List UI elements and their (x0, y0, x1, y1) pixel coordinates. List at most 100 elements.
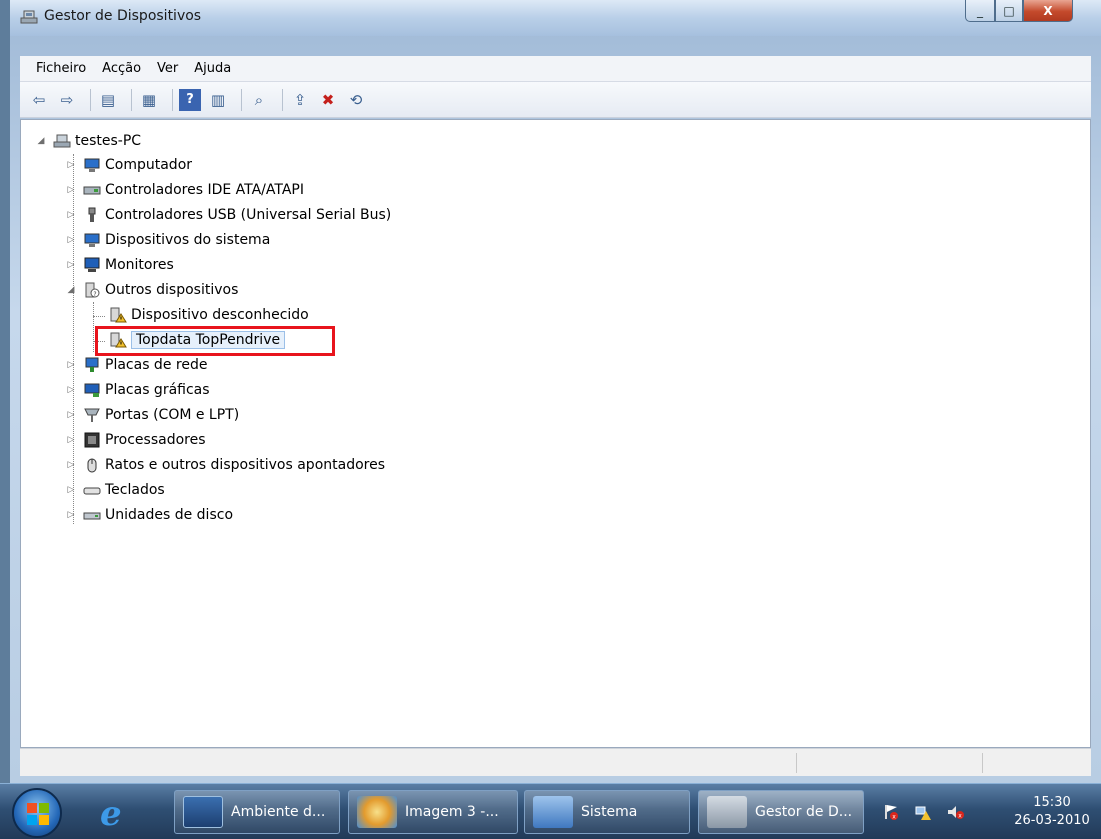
taskbar-button-ambiente[interactable]: Ambiente d... (174, 790, 340, 834)
svg-text:x: x (958, 813, 962, 820)
expand-arrow-icon[interactable]: ▷ (65, 435, 77, 445)
taskbar: e Ambiente d... Imagem 3 -... Sistema Ge… (0, 783, 1101, 839)
expand-arrow-icon[interactable]: ▷ (65, 485, 77, 495)
action-pane-icon[interactable]: ▥ (207, 89, 229, 111)
annotation-highlight-box (95, 326, 335, 356)
device-manager-icon (707, 796, 747, 828)
clock[interactable]: 15:30 26-03-2010 (1004, 794, 1100, 830)
close-button[interactable]: X (1023, 0, 1073, 22)
system-icon (533, 796, 573, 828)
back-arrow-icon[interactable]: ⇦ (28, 89, 50, 111)
tree-item-label: Monitores (105, 257, 174, 273)
tree-item-ratos[interactable]: ▷ Ratos e outros dispositivos apontadore… (65, 454, 385, 476)
volume-muted-icon[interactable]: x (946, 803, 964, 821)
tree-item-label: Teclados (105, 482, 165, 498)
tree-item-outros[interactable]: ◢ ? Outros dispositivos (65, 279, 239, 301)
tree-item-label: Unidades de disco (105, 507, 234, 523)
tree-item-usb[interactable]: ▷ Controladores USB (Universal Serial Bu… (65, 204, 392, 226)
monitor-icon (83, 257, 101, 273)
status-segment (982, 753, 983, 773)
maximize-button[interactable]: □ (995, 0, 1023, 22)
menu-ficheiro[interactable]: Ficheiro (36, 61, 86, 76)
expand-arrow-icon[interactable]: ▷ (65, 235, 77, 245)
tree-item-label: Portas (COM e LPT) (105, 407, 240, 423)
windows-logo-icon (39, 803, 49, 813)
console-tree-icon[interactable]: ▤ (97, 89, 119, 111)
help-icon[interactable]: ? (179, 88, 201, 111)
tree-item-dispositivo-desconhecido[interactable]: Dispositivo desconhecido (103, 304, 309, 326)
taskbar-button-sistema[interactable]: Sistema (524, 790, 690, 834)
minimize-button[interactable]: _ (965, 0, 995, 22)
taskbar-button-imagem[interactable]: Imagem 3 -... (348, 790, 518, 834)
usb-icon (83, 207, 101, 223)
tree-item-placas-graficas[interactable]: ▷ Placas gráficas (65, 379, 210, 401)
tree-item-sistema[interactable]: ▷ Dispositivos do sistema (65, 229, 271, 251)
expand-arrow-icon[interactable]: ▷ (65, 260, 77, 270)
computer-icon (53, 133, 71, 149)
network-warning-icon[interactable] (914, 803, 932, 821)
tree-item-label: Placas de rede (105, 357, 208, 373)
collapse-arrow-icon[interactable]: ◢ (65, 285, 77, 295)
menu-ver[interactable]: Ver (157, 61, 178, 76)
ide-controller-icon (83, 182, 101, 198)
window-title: Gestor de Dispositivos (44, 8, 202, 24)
clock-time: 15:30 (1033, 795, 1071, 810)
desktop-window-icon (183, 796, 223, 828)
action-center-flag-icon[interactable]: x (882, 803, 900, 821)
tree-item-label: Dispositivos do sistema (105, 232, 271, 248)
internet-explorer-icon[interactable]: e (100, 794, 144, 834)
tree-item-portas[interactable]: ▷ Portas (COM e LPT) (65, 404, 240, 426)
taskbar-button-gestor[interactable]: Gestor de D... (698, 790, 864, 834)
toolbar: ⇦ ⇨ ▤ ▦ ? ▥ ⌕ ⇪ ✖ ⟲ (20, 82, 1091, 118)
tree-item-label: Controladores IDE ATA/ATAPI (105, 182, 305, 198)
start-button[interactable] (12, 788, 62, 838)
expand-arrow-icon[interactable]: ▷ (65, 385, 77, 395)
expand-arrow-icon[interactable]: ▷ (65, 185, 77, 195)
svg-text:?: ? (93, 291, 96, 298)
computer-monitor-icon (83, 157, 101, 173)
disable-device-icon[interactable]: ✖ (317, 89, 339, 111)
windows-logo-icon (39, 815, 49, 825)
mouse-icon (83, 457, 101, 473)
taskbar-button-label: Ambiente d... (231, 804, 326, 820)
tree-item-label: Controladores USB (Universal Serial Bus) (105, 207, 392, 223)
tree-item-processadores[interactable]: ▷ Processadores (65, 429, 206, 451)
keyboard-icon (83, 482, 101, 498)
port-icon (83, 407, 101, 423)
svg-text:x: x (892, 814, 896, 821)
expand-arrow-icon[interactable]: ▷ (65, 360, 77, 370)
expand-arrow-icon[interactable]: ▷ (65, 460, 77, 470)
clock-date: 26-03-2010 (1014, 813, 1090, 828)
tree-item-placas-rede[interactable]: ▷ Placas de rede (65, 354, 208, 376)
tree-item-unidades-disco[interactable]: ▷ Unidades de disco (65, 504, 233, 526)
properties-icon[interactable]: ▦ (138, 89, 160, 111)
expand-arrow-icon[interactable]: ▷ (65, 410, 77, 420)
tree-root[interactable]: ◢ testes-PC (35, 130, 142, 152)
processor-icon (83, 432, 101, 448)
forward-arrow-icon[interactable]: ⇨ (56, 89, 78, 111)
tree-item-monitores[interactable]: ▷ Monitores (65, 254, 174, 276)
taskbar-button-label: Imagem 3 -... (405, 804, 499, 820)
collapse-arrow-icon[interactable]: ◢ (35, 136, 47, 146)
disk-drive-icon (83, 507, 101, 523)
menu-accao[interactable]: Acção (102, 61, 141, 76)
system-devices-icon (83, 232, 101, 248)
toolbar-separator (131, 88, 132, 111)
tree-item-label: Placas gráficas (105, 382, 210, 398)
tree-item-computador[interactable]: ▷ Computador (65, 154, 192, 176)
expand-arrow-icon[interactable]: ▷ (65, 160, 77, 170)
menu-ajuda[interactable]: Ajuda (194, 61, 231, 76)
update-driver-icon[interactable]: ⇪ (289, 89, 311, 111)
uninstall-device-icon[interactable]: ⟲ (345, 89, 367, 111)
tree-item-teclados[interactable]: ▷ Teclados (65, 479, 165, 501)
expand-arrow-icon[interactable]: ▷ (65, 210, 77, 220)
unknown-device-icon: ? (83, 282, 101, 298)
device-tree[interactable]: ◢ testes-PC ▷ Computador ▷ Controladores… (20, 119, 1091, 748)
scan-hardware-icon[interactable]: ⌕ (248, 89, 270, 111)
expand-arrow-icon[interactable]: ▷ (65, 510, 77, 520)
tree-item-label: Computador (105, 157, 193, 173)
title-bar[interactable]: Gestor de Dispositivos _ □ X (10, 0, 1101, 36)
device-manager-icon (20, 10, 38, 24)
tree-item-ide[interactable]: ▷ Controladores IDE ATA/ATAPI (65, 179, 304, 201)
windows-logo-icon (27, 803, 37, 813)
